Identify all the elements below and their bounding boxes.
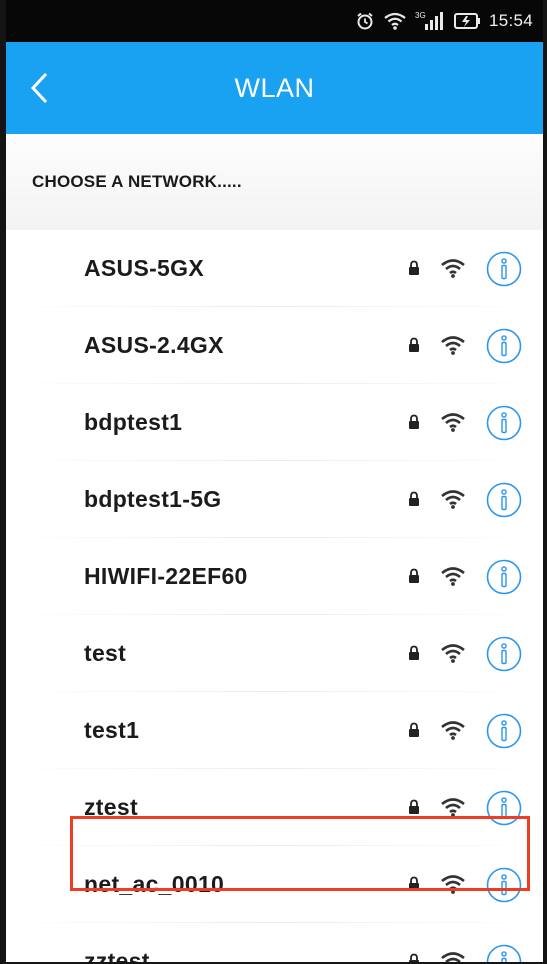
- section-header: CHOOSE A NETWORK.....: [6, 134, 543, 230]
- network-name: HIWIFI-22EF60: [84, 563, 248, 589]
- network-name: ASUS-2.4GX: [84, 332, 224, 358]
- lock-icon: [409, 953, 419, 962]
- network-row-0[interactable]: ASUS-5GX: [6, 230, 543, 307]
- lock-icon: [409, 414, 419, 429]
- lock-icon: [409, 645, 419, 660]
- status-time: 15:54: [488, 11, 533, 30]
- battery-charging-icon: [453, 12, 481, 30]
- lock-icon: [409, 876, 419, 891]
- lock-icon: [409, 491, 419, 506]
- wifi-signal-icon: [441, 798, 465, 817]
- wifi-signal-icon: [441, 721, 465, 740]
- chevron-left-icon: [30, 72, 48, 104]
- info-icon[interactable]: [485, 635, 523, 673]
- wifi-signal-icon: [441, 644, 465, 663]
- wifi-signal-icon: [441, 952, 465, 962]
- info-icon[interactable]: [485, 712, 523, 750]
- network-row-9[interactable]: zztest: [6, 923, 543, 964]
- network-name: zztest: [84, 948, 150, 964]
- network-row-7[interactable]: ztest: [6, 769, 543, 846]
- lock-icon: [409, 337, 419, 352]
- lock-icon: [409, 260, 419, 275]
- info-icon[interactable]: [485, 404, 523, 442]
- network-name: ztest: [84, 794, 138, 820]
- info-icon[interactable]: [485, 327, 523, 365]
- network-row-6[interactable]: test1: [6, 692, 543, 769]
- network-name: bdptest1: [84, 409, 183, 435]
- wifi-signal-icon: [441, 413, 465, 432]
- alarm-icon: [355, 11, 375, 31]
- back-button[interactable]: [18, 42, 62, 134]
- network-row-1[interactable]: ASUS-2.4GX: [6, 307, 543, 384]
- network-name: ASUS-5GX: [84, 255, 204, 281]
- wifi-signal-icon: [441, 336, 465, 355]
- wifi-signal-icon: [441, 490, 465, 509]
- network-row-2[interactable]: bdptest1: [6, 384, 543, 461]
- info-icon[interactable]: [485, 558, 523, 596]
- lock-icon: [409, 799, 419, 814]
- lock-icon: [409, 722, 419, 737]
- page-title: WLAN: [234, 72, 315, 103]
- network-row-4[interactable]: HIWIFI-22EF60: [6, 538, 543, 615]
- info-icon[interactable]: [485, 789, 523, 827]
- network-name: bdptest1-5G: [84, 486, 222, 512]
- network-content: CHOOSE A NETWORK..... ASUS-5GX ASUS-2.4G…: [6, 134, 543, 964]
- app-bar: WLAN: [6, 42, 543, 134]
- phone-screen: 3G 15:54 WLAN CHOOSE A NETWORK..... ASUS…: [0, 0, 547, 964]
- info-icon[interactable]: [485, 250, 523, 288]
- wifi-status-icon: [383, 11, 407, 31]
- network-type-label: 3G: [415, 11, 426, 20]
- info-icon[interactable]: [485, 943, 523, 964]
- wifi-signal-icon: [441, 875, 465, 894]
- info-icon[interactable]: [485, 866, 523, 904]
- network-row-8[interactable]: net_ac_0010: [6, 846, 543, 923]
- network-name: test: [84, 640, 127, 666]
- lock-icon: [409, 568, 419, 583]
- wifi-signal-icon: [441, 567, 465, 586]
- wifi-signal-icon: [441, 259, 465, 278]
- status-bar: 3G 15:54: [6, 0, 543, 42]
- signal-icon: 3G: [415, 10, 445, 32]
- network-row-3[interactable]: bdptest1-5G: [6, 461, 543, 538]
- network-name: net_ac_0010: [84, 871, 225, 897]
- network-row-5[interactable]: test: [6, 615, 543, 692]
- info-icon[interactable]: [485, 481, 523, 519]
- network-list: ASUS-5GX ASUS-2.4GX bdptest1 bdptest1-5G…: [6, 230, 543, 964]
- network-name: test1: [84, 717, 140, 743]
